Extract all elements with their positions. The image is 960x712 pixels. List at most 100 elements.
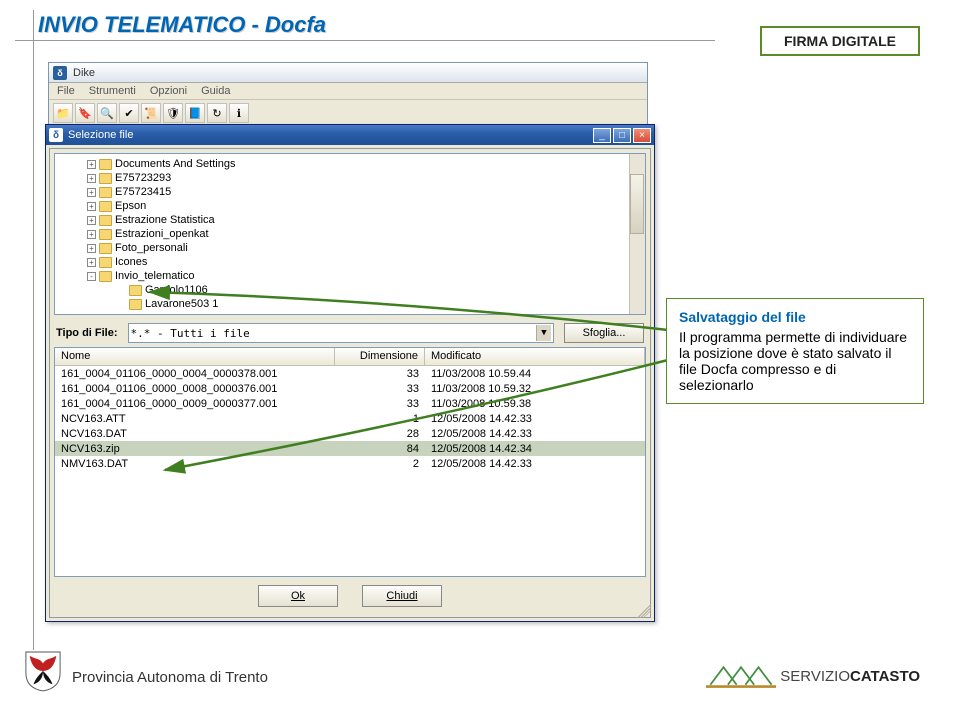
- folder-icon[interactable]: 📁: [53, 103, 73, 123]
- tree-item-label: Estrazioni_openkat: [115, 228, 209, 240]
- expand-icon[interactable]: -: [87, 272, 96, 281]
- file-name: NCV163.ATT: [55, 413, 335, 425]
- dike-titlebar: δ Dike: [49, 63, 647, 83]
- info-icon[interactable]: ℹ: [229, 103, 249, 123]
- dike-menubar: File Strumenti Opzioni Guida: [49, 83, 647, 100]
- file-row[interactable]: NCV163.DAT2812/05/2008 14.42.33: [55, 426, 645, 441]
- tree-item[interactable]: +Icones: [87, 255, 641, 269]
- logo-text: SERVIZIOCATASTO: [780, 668, 920, 685]
- expand-icon[interactable]: +: [87, 188, 96, 197]
- callout-body: Il programma permette di individuare la …: [679, 329, 911, 393]
- tree-item-label: E75723293: [115, 172, 171, 184]
- file-modified: 12/05/2008 14.42.34: [425, 443, 645, 455]
- close-dialog-button[interactable]: Chiudi: [362, 585, 442, 607]
- dike-title: Dike: [73, 67, 95, 79]
- callout-title: Salvataggio del file: [679, 309, 911, 325]
- menu-opzioni[interactable]: Opzioni: [150, 85, 187, 97]
- expand-icon[interactable]: +: [87, 230, 96, 239]
- file-row[interactable]: 161_0004_01106_0000_0009_0000377.0013311…: [55, 396, 645, 411]
- tree-item-label: Documents And Settings: [115, 158, 235, 170]
- file-modified: 11/03/2008 10.59.32: [425, 383, 645, 395]
- expand-icon[interactable]: +: [87, 174, 96, 183]
- col-dim[interactable]: Dimensione: [335, 348, 425, 365]
- refresh-icon[interactable]: ↻: [207, 103, 227, 123]
- menu-guida[interactable]: Guida: [201, 85, 230, 97]
- selezione-file-title: Selezione file: [68, 129, 133, 141]
- book-icon[interactable]: 📘: [185, 103, 205, 123]
- folder-icon: [99, 257, 112, 268]
- expand-icon[interactable]: +: [87, 216, 96, 225]
- magnify-icon[interactable]: 🔍: [97, 103, 117, 123]
- servizio-catasto-logo: SERVIZIOCATASTO: [706, 662, 920, 690]
- col-mod[interactable]: Modificato: [425, 348, 645, 365]
- filetype-label: Tipo di File:: [56, 327, 118, 339]
- file-modified: 12/05/2008 14.42.33: [425, 458, 645, 470]
- file-size: 33: [335, 398, 425, 410]
- tree-item[interactable]: Lavarone503 1: [115, 297, 641, 311]
- folder-icon: [129, 299, 142, 310]
- file-size: 84: [335, 443, 425, 455]
- sealalt-icon[interactable]: 🛡: [163, 103, 183, 123]
- chevron-down-icon[interactable]: ▼: [536, 325, 551, 341]
- tree-item[interactable]: +Epson: [87, 199, 641, 213]
- tree-item[interactable]: Gardolo1106: [115, 283, 641, 297]
- file-name: 161_0004_01106_0000_0009_0000377.001: [55, 398, 335, 410]
- tree-item[interactable]: +Foto_personali: [87, 241, 641, 255]
- check-icon[interactable]: ✔: [119, 103, 139, 123]
- ok-button[interactable]: Ok: [258, 585, 338, 607]
- footer: Provincia Autonoma di Trento SERVIZIOCAT…: [0, 652, 960, 692]
- tree-item[interactable]: + Estrazione Statistica: [87, 213, 641, 227]
- file-row[interactable]: NCV163.zip8412/05/2008 14.42.34: [55, 441, 645, 456]
- folder-icon: [129, 285, 142, 296]
- file-list[interactable]: Nome Dimensione Modificato 161_0004_0110…: [54, 347, 646, 577]
- sfoglia-button[interactable]: Sfoglia...: [564, 323, 644, 343]
- tree-item[interactable]: + E75723293: [87, 171, 641, 185]
- expand-icon[interactable]: +: [87, 160, 96, 169]
- file-name: 161_0004_01106_0000_0008_0000376.001: [55, 383, 335, 395]
- expand-icon[interactable]: +: [87, 258, 96, 267]
- tree-item-label: Estrazione Statistica: [115, 214, 215, 226]
- tree-item-label: Lavarone503 1: [145, 298, 218, 310]
- tree-item[interactable]: - Invio_telematico: [87, 269, 641, 283]
- minimize-button[interactable]: _: [593, 128, 611, 143]
- col-name[interactable]: Nome: [55, 348, 335, 365]
- provincia-crest-icon: [24, 650, 62, 692]
- tree-item[interactable]: + E75723415: [87, 185, 641, 199]
- file-name: NCV163.zip: [55, 443, 335, 455]
- tree-item[interactable]: + Estrazioni_openkat: [87, 227, 641, 241]
- file-row[interactable]: NCV163.ATT112/05/2008 14.42.33: [55, 411, 645, 426]
- selezione-file-titlebar[interactable]: δ Selezione file _ □ ×: [46, 125, 654, 145]
- decorative-vline: [33, 10, 34, 650]
- expand-icon[interactable]: +: [87, 244, 96, 253]
- tree-item-label: Invio_telematico: [115, 270, 195, 282]
- stamp-icon[interactable]: 📜: [141, 103, 161, 123]
- dike-window: δ Dike File Strumenti Opzioni Guida 📁🔖🔍✔📜🛡📘…: [48, 62, 648, 128]
- filetype-combo[interactable]: *.* - Tutti i file ▼: [128, 323, 554, 343]
- folder-icon: [99, 159, 112, 170]
- file-row[interactable]: 161_0004_01106_0000_0008_0000376.0013311…: [55, 381, 645, 396]
- expand-icon[interactable]: +: [87, 202, 96, 211]
- close-button[interactable]: ×: [633, 128, 651, 143]
- folder-tree[interactable]: + Documents And Settings + E75723293 + E75723…: [54, 153, 646, 315]
- tree-scrollbar[interactable]: [629, 154, 645, 314]
- tree-item-label: E75723415: [115, 186, 171, 198]
- badge-firma-digitale: FIRMA DIGITALE: [760, 26, 920, 56]
- menu-strumenti[interactable]: Strumenti: [89, 85, 136, 97]
- file-list-header[interactable]: Nome Dimensione Modificato: [55, 348, 645, 366]
- tree-scroll-thumb[interactable]: [630, 174, 644, 234]
- file-name: NCV163.DAT: [55, 428, 335, 440]
- maximize-button[interactable]: □: [613, 128, 631, 143]
- file-size: 28: [335, 428, 425, 440]
- tree-item[interactable]: + Documents And Settings: [87, 157, 641, 171]
- file-size: 2: [335, 458, 425, 470]
- folder-icon: [99, 271, 112, 282]
- folder-icon: [99, 187, 112, 198]
- menu-file[interactable]: File: [57, 85, 75, 97]
- file-row[interactable]: 161_0004_01106_0000_0004_0000378.0013311…: [55, 366, 645, 381]
- file-size: 1: [335, 413, 425, 425]
- selezione-file-window: δ Selezione file _ □ × + Documents And Se…: [45, 124, 655, 622]
- file-row[interactable]: NMV163.DAT212/05/2008 14.42.33: [55, 456, 645, 471]
- file-size: 33: [335, 383, 425, 395]
- resize-grip[interactable]: [637, 604, 651, 618]
- seal-icon[interactable]: 🔖: [75, 103, 95, 123]
